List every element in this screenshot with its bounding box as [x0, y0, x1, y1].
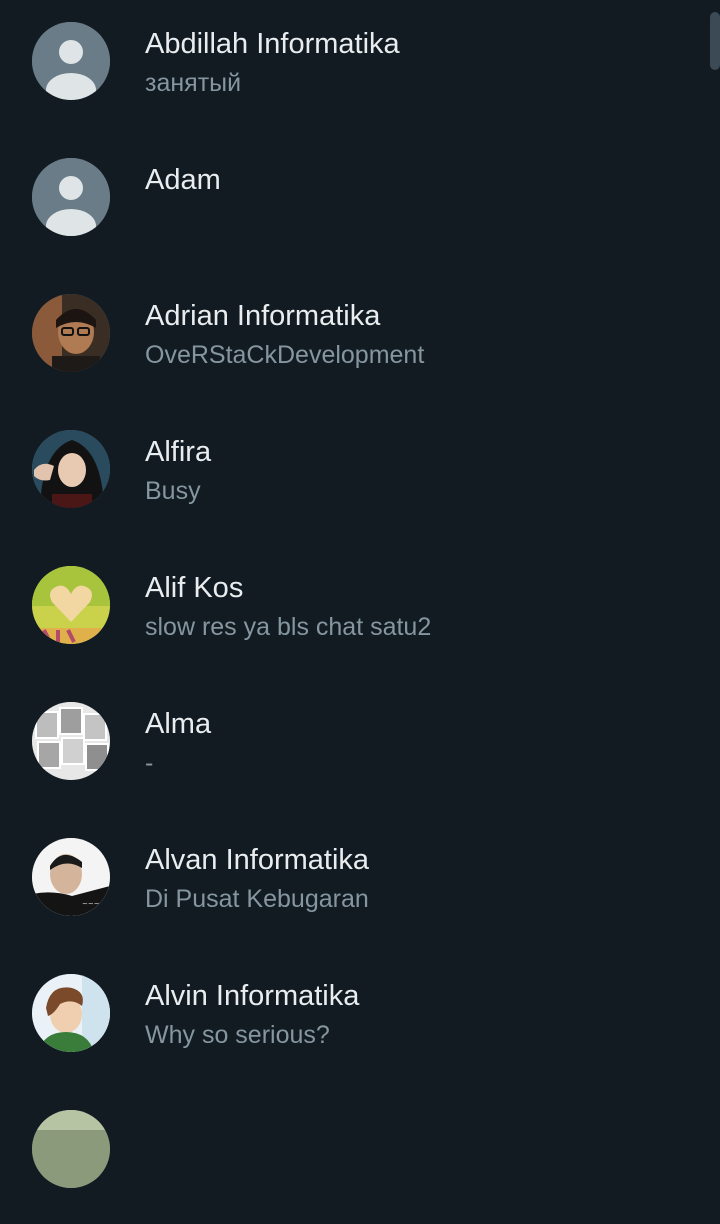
contact-status: Di Pusat Kebugaran — [145, 885, 369, 913]
photo-avatar[interactable] — [32, 294, 110, 372]
contact-row-alvin[interactable]: Alvin Informatika Why so serious? — [0, 952, 720, 1088]
contact-name: Alif Kos — [145, 572, 244, 604]
contact-status: OveRStaCkDevelopment — [145, 341, 425, 369]
contact-name: Adrian Informatika — [145, 300, 381, 332]
photo-avatar[interactable]: ~~~ — [32, 838, 110, 916]
contact-status: Why so serious? — [145, 1021, 330, 1049]
contact-row-partial[interactable] — [0, 1088, 720, 1224]
photo-avatar[interactable] — [32, 1110, 110, 1188]
contact-status: slow res ya bls chat satu2 — [145, 613, 432, 641]
contact-row-adam[interactable]: Adam — [0, 136, 720, 272]
contact-name: Alfira — [145, 436, 212, 468]
contact-status: Busy — [145, 477, 201, 505]
contact-row-adrian[interactable]: Adrian Informatika OveRStaCkDevelopment — [0, 272, 720, 408]
contact-status: занятый — [145, 69, 242, 97]
svg-text:~~~: ~~~ — [82, 900, 100, 908]
photo-avatar[interactable] — [32, 702, 110, 780]
contact-row-alma[interactable]: Alma - — [0, 680, 720, 816]
default-avatar-icon[interactable] — [32, 22, 110, 100]
scrollbar-thumb[interactable] — [710, 12, 720, 70]
contact-row-alif-kos[interactable]: Alif Kos slow res ya bls chat satu2 — [0, 544, 720, 680]
contact-status: - — [145, 749, 154, 777]
photo-avatar[interactable] — [32, 430, 110, 508]
photo-avatar[interactable] — [32, 566, 110, 644]
contact-name: Adam — [145, 164, 221, 196]
contact-name: Alma — [145, 708, 212, 740]
contact-name: Alvin Informatika — [145, 980, 360, 1012]
contact-list: Abdillah Informatika занятый Adam Adrian… — [0, 0, 720, 1224]
contact-row-alfira[interactable]: Alfira Busy — [0, 408, 720, 544]
contact-row-abdillah[interactable]: Abdillah Informatika занятый — [0, 0, 720, 136]
default-avatar-icon[interactable] — [32, 158, 110, 236]
photo-avatar[interactable] — [32, 974, 110, 1052]
contact-row-alvan[interactable]: ~~~ Alvan Informatika Di Pusat Kebugaran — [0, 816, 720, 952]
contact-name: Abdillah Informatika — [145, 28, 400, 60]
contact-name: Alvan Informatika — [145, 844, 370, 876]
